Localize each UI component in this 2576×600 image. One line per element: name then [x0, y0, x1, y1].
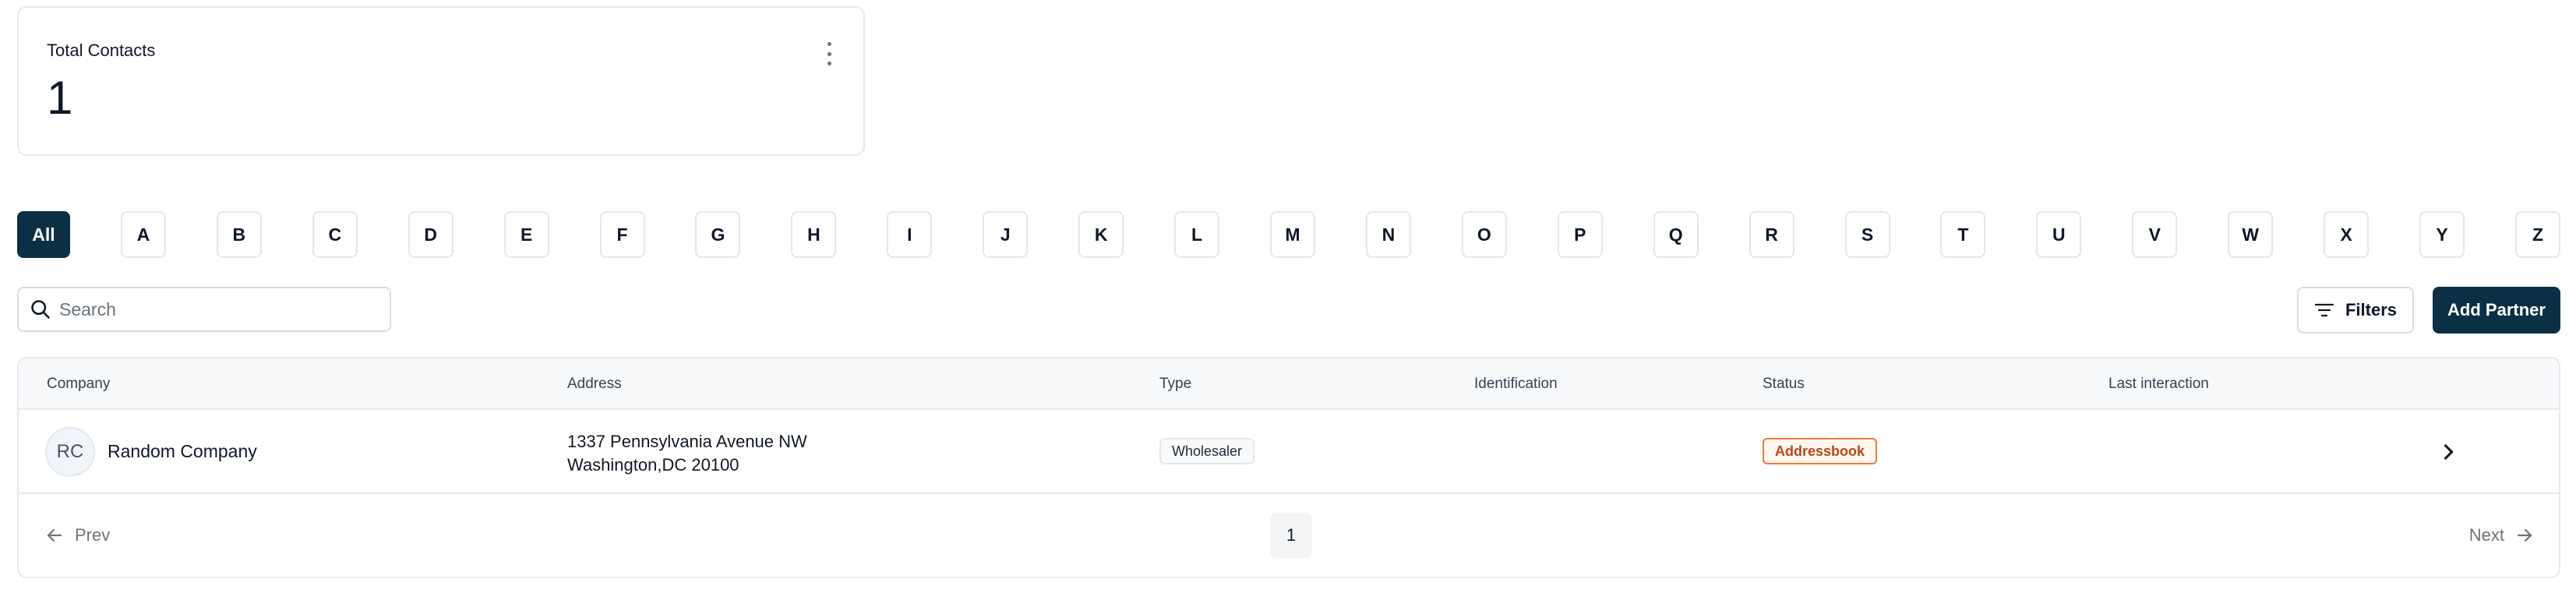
filter-lines-icon [2314, 303, 2334, 317]
prev-button[interactable]: Prev [45, 525, 110, 545]
letter-filter-a[interactable]: A [120, 211, 166, 258]
letter-filter-s[interactable]: S [1844, 211, 1890, 258]
stat-title: Total Contacts [47, 41, 156, 60]
header-status: Status [1763, 376, 1805, 392]
address-cell: 1337 Pennsylvania Avenue NW Washington,D… [567, 430, 807, 477]
avatar: RC [45, 427, 95, 477]
letter-filter-z[interactable]: Z [2514, 211, 2560, 258]
letter-filter-k[interactable]: K [1078, 211, 1124, 258]
letter-filter-l[interactable]: L [1174, 211, 1220, 258]
letter-filter-e[interactable]: E [503, 211, 549, 258]
letter-filter-c[interactable]: C [312, 211, 358, 258]
letter-filter-i[interactable]: I [887, 211, 933, 258]
prev-label: Prev [75, 525, 111, 545]
chevron-right-icon[interactable] [2437, 441, 2459, 463]
stat-value: 1 [47, 72, 73, 124]
type-badge: Wholesaler [1159, 438, 1255, 464]
table-row[interactable]: RC Random Company 1337 Pennsylvania Aven… [19, 410, 2559, 494]
letter-filter-u[interactable]: U [2036, 211, 2082, 258]
letter-filter-r[interactable]: R [1749, 211, 1794, 258]
letter-filter-q[interactable]: Q [1653, 211, 1699, 258]
letter-filter-h[interactable]: H [791, 211, 837, 258]
letter-filter-w[interactable]: W [2228, 211, 2274, 258]
letter-filter-p[interactable]: P [1557, 211, 1603, 258]
letter-filter-y[interactable]: Y [2419, 211, 2465, 258]
letter-filter-g[interactable]: G [695, 211, 741, 258]
table-header: Company Address Type Identification Stat… [19, 358, 2559, 410]
header-last-interaction: Last interaction [2108, 376, 2209, 392]
alphabet-filter: All A B C D E F G H I J K L M N O P Q R S T U V W X Y Z [17, 210, 2560, 259]
filters-button[interactable]: Filters [2297, 287, 2414, 334]
next-label: Next [2468, 525, 2504, 545]
letter-filter-x[interactable]: X [2324, 211, 2370, 258]
add-partner-button[interactable]: Add Partner [2433, 287, 2560, 334]
letter-filter-n[interactable]: N [1365, 211, 1411, 258]
letter-filter-f[interactable]: F [599, 211, 645, 258]
header-address: Address [567, 376, 622, 392]
letter-filter-m[interactable]: M [1269, 211, 1315, 258]
company-name: Random Company [108, 441, 257, 461]
header-company: Company [47, 376, 111, 392]
arrow-left-icon [47, 528, 62, 542]
next-button[interactable]: Next [2469, 525, 2534, 545]
page-number-button[interactable]: 1 [1270, 513, 1312, 558]
letter-filter-j[interactable]: J [983, 211, 1029, 258]
search-input[interactable] [59, 298, 371, 320]
letter-filter-d[interactable]: D [408, 211, 453, 258]
letter-filter-b[interactable]: B [216, 211, 262, 258]
more-options-icon[interactable] [824, 42, 834, 65]
filters-label: Filters [2345, 300, 2398, 319]
total-contacts-card: Total Contacts 1 [17, 6, 865, 156]
letter-filter-v[interactable]: V [2132, 211, 2178, 258]
header-type: Type [1159, 376, 1192, 392]
pagination: Prev 1 Next [19, 494, 2559, 577]
status-badge: Addressbook [1763, 438, 1878, 464]
letter-filter-o[interactable]: O [1461, 211, 1507, 258]
address-line-2: Washington,DC 20100 [567, 455, 739, 475]
arrow-right-icon [2517, 528, 2532, 542]
letter-filter-t[interactable]: T [1940, 211, 1986, 258]
partners-table: Company Address Type Identification Stat… [17, 357, 2560, 578]
address-line-1: 1337 Pennsylvania Avenue NW [567, 432, 807, 451]
search-box[interactable] [17, 287, 391, 332]
search-icon [31, 300, 50, 319]
letter-filter-all[interactable]: All [17, 211, 70, 258]
header-identification: Identification [1474, 376, 1558, 392]
